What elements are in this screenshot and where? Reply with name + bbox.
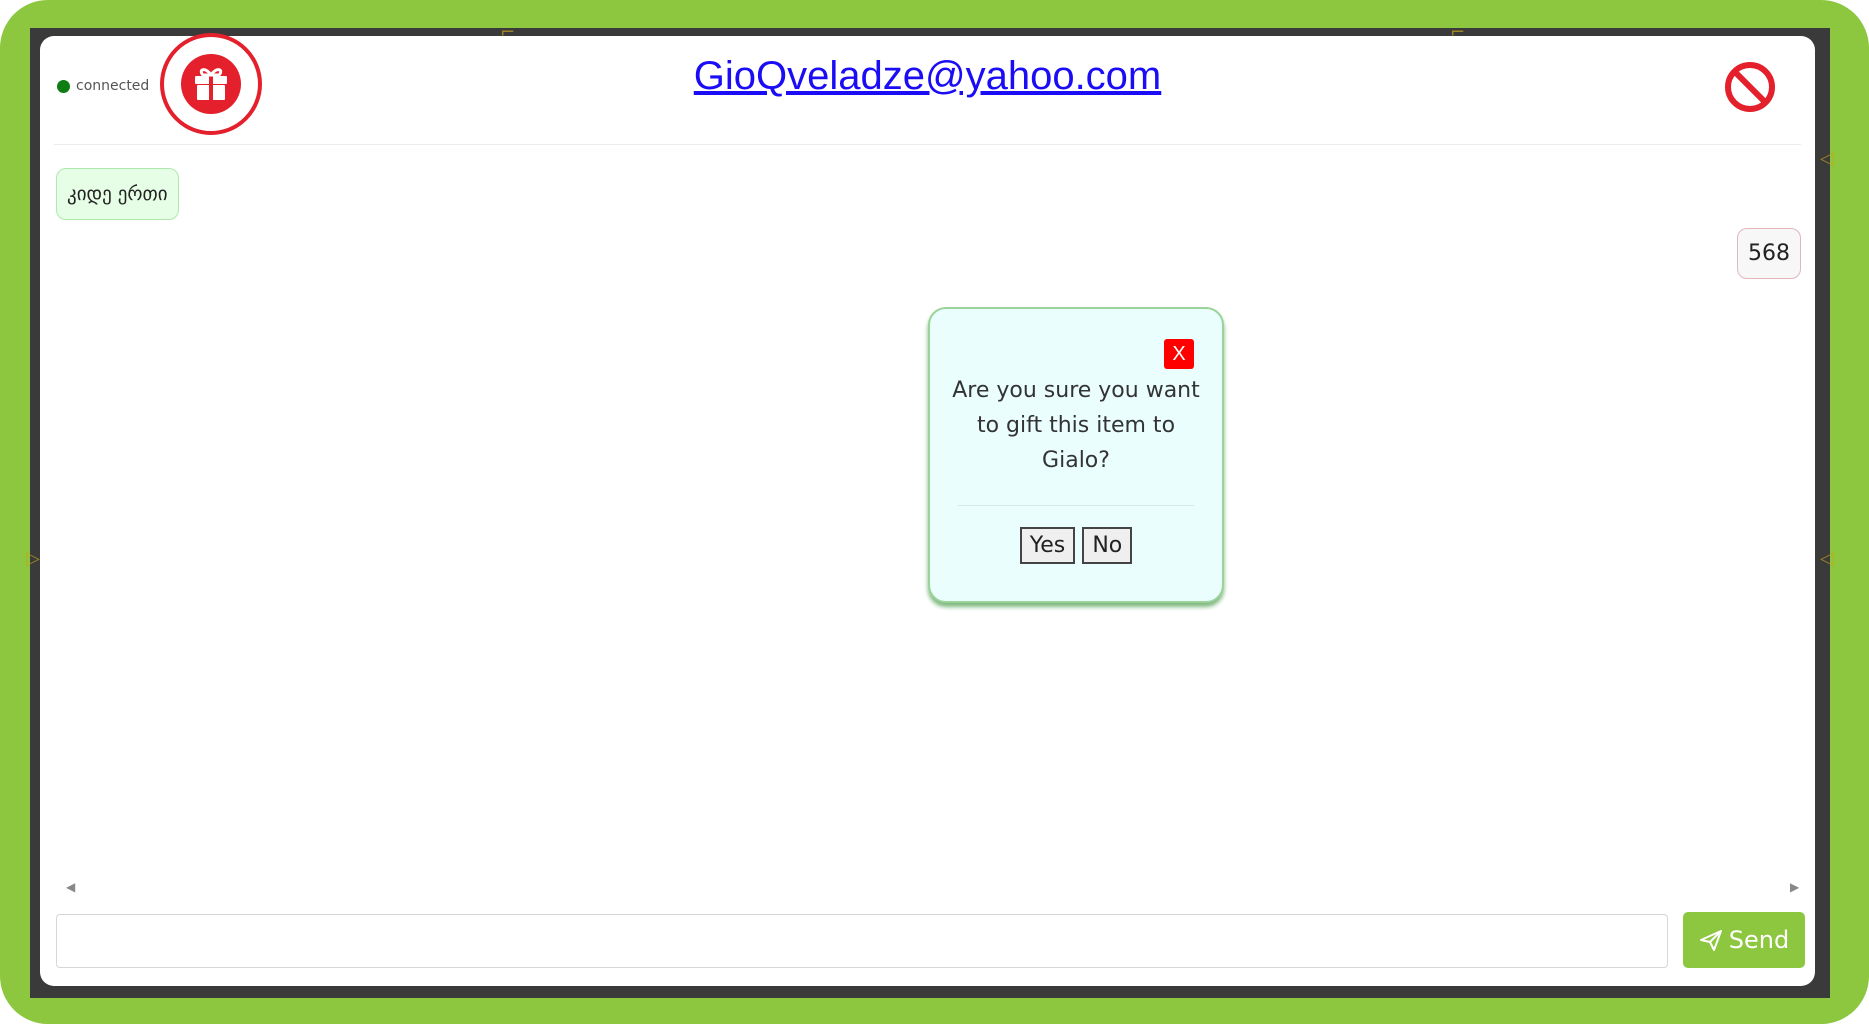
send-button[interactable]: Send bbox=[1683, 912, 1805, 968]
gift-confirm-dialog: X Are you sure you want to gift this ite… bbox=[928, 307, 1224, 603]
dialog-actions: Yes No bbox=[930, 527, 1222, 564]
no-button[interactable]: No bbox=[1082, 527, 1133, 564]
outgoing-message: 568 bbox=[1737, 228, 1801, 279]
decoration-mark: ◁ bbox=[1820, 148, 1834, 169]
message-input[interactable] bbox=[56, 914, 1668, 968]
block-icon bbox=[1725, 62, 1775, 112]
dialog-close-button[interactable]: X bbox=[1164, 339, 1194, 369]
block-user-button[interactable] bbox=[1723, 60, 1777, 118]
send-label: Send bbox=[1728, 926, 1790, 954]
decoration-mark: ▷ bbox=[26, 548, 40, 569]
chat-window: connected GioQveladze@yahoo.com კიდე ერთ… bbox=[40, 33, 1815, 986]
yes-button[interactable]: Yes bbox=[1019, 527, 1076, 564]
scroll-left-arrow-icon[interactable]: ◀ bbox=[66, 880, 75, 894]
recipient-email-link[interactable]: GioQveladze@yahoo.com bbox=[40, 54, 1815, 99]
scroll-right-arrow-icon[interactable]: ▶ bbox=[1790, 880, 1799, 894]
decoration-mark: ◁ bbox=[1820, 548, 1834, 569]
incoming-message: კიდე ერთი bbox=[56, 168, 179, 220]
paper-plane-icon bbox=[1699, 930, 1722, 951]
app-frame: ⌐ ⌐ ◁ ◁ ▷ connected GioQveladze@yahoo.co… bbox=[0, 0, 1869, 1024]
header-divider bbox=[54, 144, 1801, 145]
dialog-message: Are you sure you want to gift this item … bbox=[952, 378, 1200, 473]
dialog-divider bbox=[958, 505, 1194, 506]
